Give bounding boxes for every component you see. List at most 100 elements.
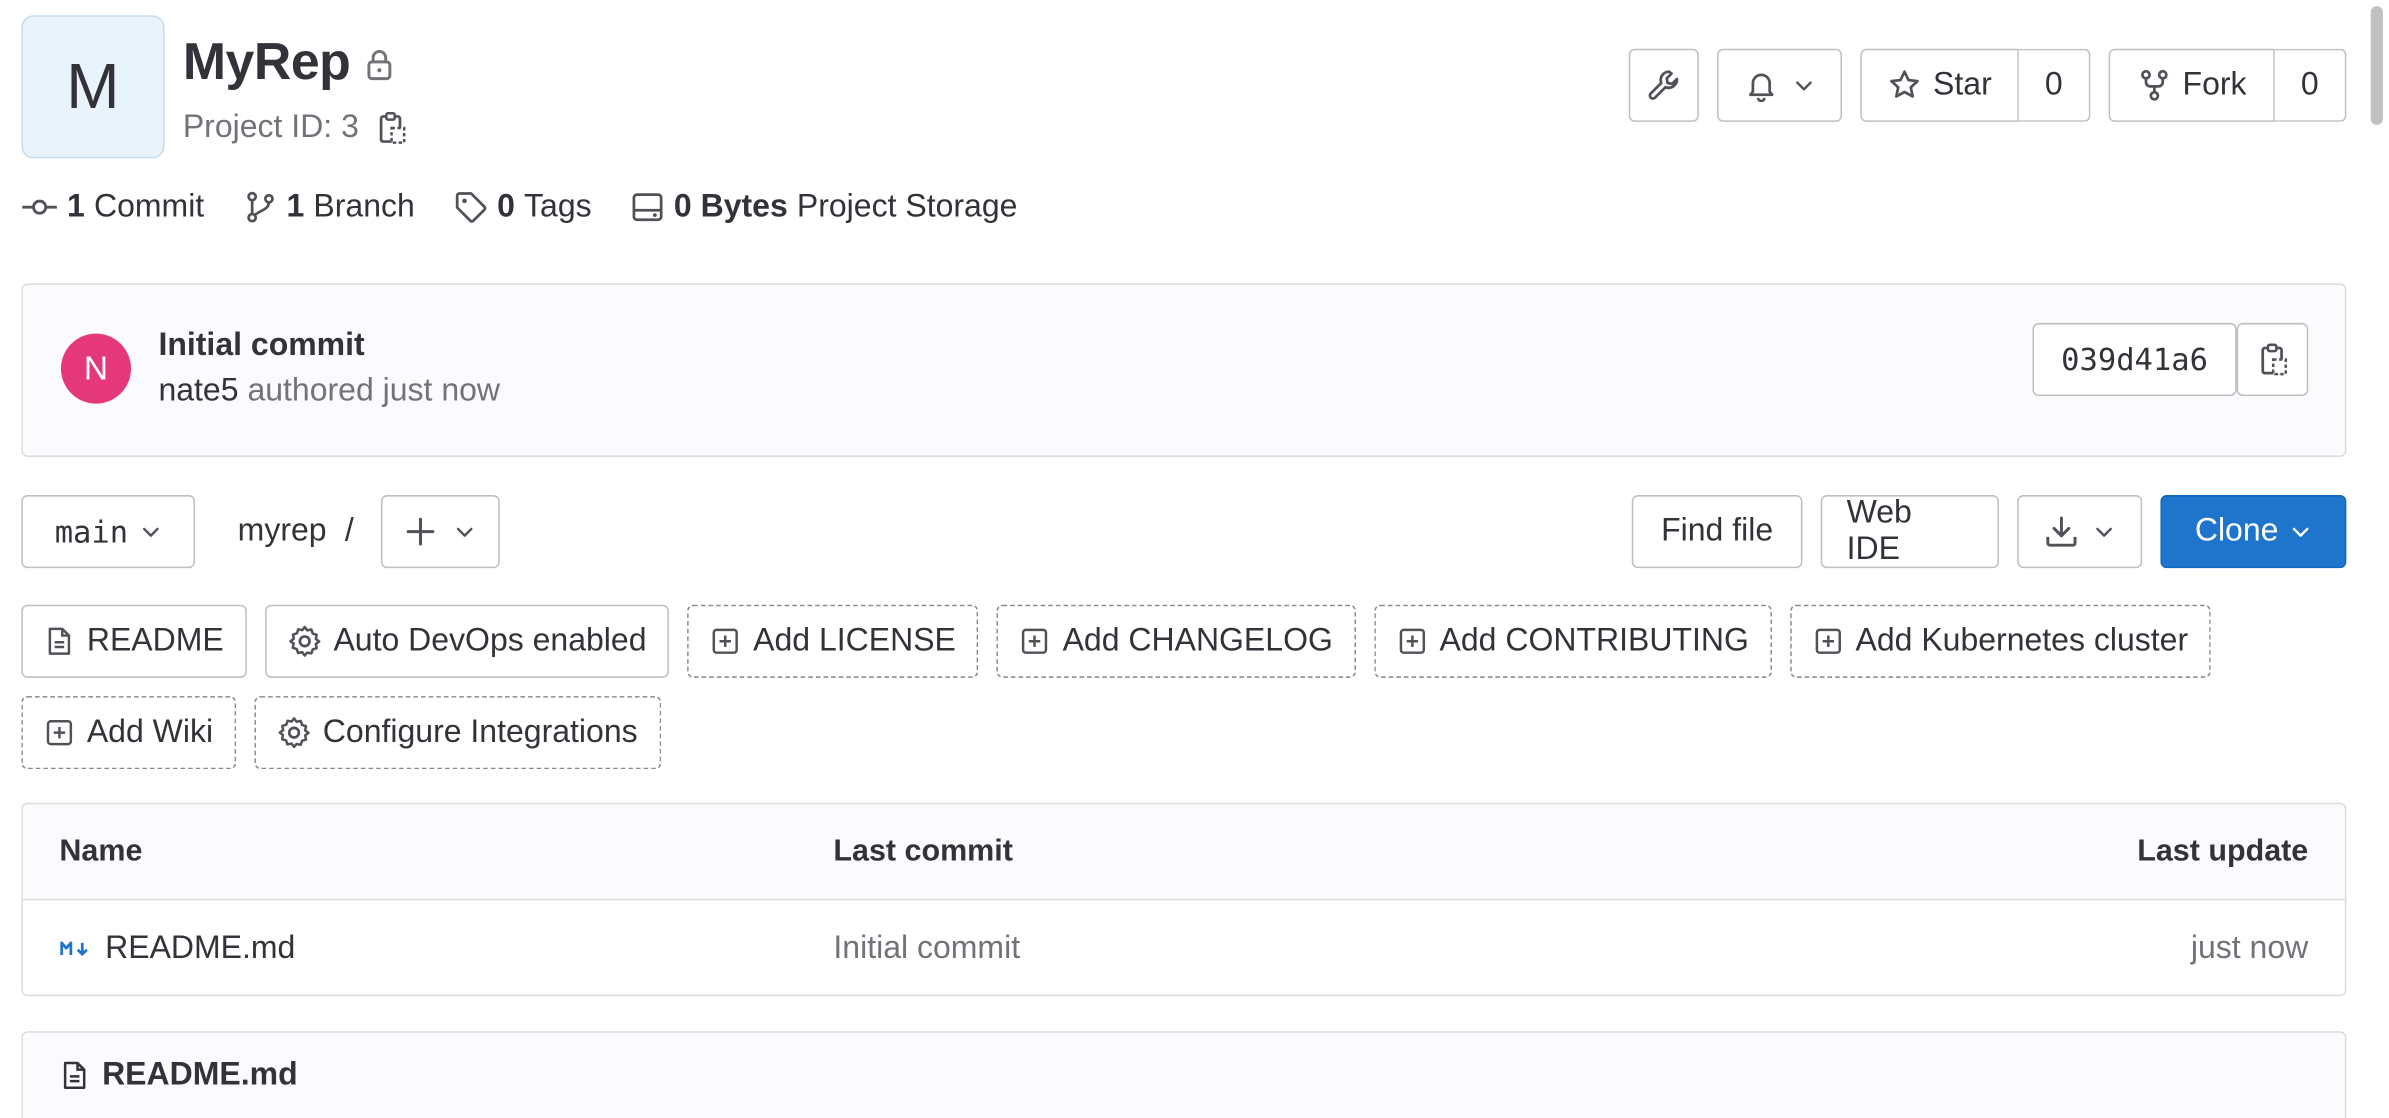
breadcrumb-separator: / [344, 513, 354, 549]
fork-label: Fork [2182, 67, 2247, 103]
last-commit-panel: N Initial commit nate5 authored just now… [21, 283, 2347, 457]
add-license-button[interactable]: Add LICENSE [687, 604, 979, 678]
plus-square-icon [1020, 626, 1050, 656]
add-changelog-button[interactable]: Add CHANGELOG [997, 604, 1356, 678]
bell-icon [1745, 69, 1779, 103]
add-wiki-label: Add Wiki [86, 714, 214, 750]
copy-icon[interactable] [374, 110, 408, 147]
plus-square-icon [44, 717, 74, 747]
branch-name: main [54, 513, 129, 550]
commit-title[interactable]: Initial commit [158, 327, 364, 364]
table-row[interactable]: README.md Initial commit just now [23, 900, 2345, 994]
branches-stat[interactable]: 1 Branch [244, 189, 415, 226]
scrollbar-thumb[interactable] [2370, 6, 2383, 125]
notifications-dropdown[interactable] [1717, 48, 1843, 122]
settings-button[interactable] [1628, 48, 1699, 122]
fork-icon [2137, 69, 2171, 103]
project-buttons: README Auto DevOps enabled Add LICENSE A… [21, 604, 2276, 770]
add-changelog-label: Add CHANGELOG [1062, 622, 1333, 659]
plus-square-icon [1813, 626, 1843, 656]
project-avatar[interactable]: M [21, 15, 165, 159]
commit-author[interactable]: nate5 [158, 373, 238, 408]
project-name[interactable]: MyRep [183, 34, 351, 93]
auto-devops-button[interactable]: Auto DevOps enabled [264, 604, 670, 678]
find-file-button[interactable]: Find file [1631, 495, 1803, 569]
file-name-cell: README.md [59, 931, 295, 968]
chevron-down-icon [454, 521, 475, 542]
document-icon [59, 1059, 89, 1093]
copy-sha-button[interactable] [2236, 322, 2309, 397]
breadcrumb: myrep / [213, 513, 363, 550]
tag-icon [454, 190, 488, 224]
add-contributing-button[interactable]: Add CONTRIBUTING [1374, 604, 1772, 678]
add-kubernetes-button[interactable]: Add Kubernetes cluster [1789, 604, 2211, 678]
commits-label: Commit [93, 188, 205, 224]
storage-label: Project Storage [796, 188, 1018, 224]
gear-icon [288, 625, 322, 659]
page-scrollbar[interactable] [2367, 0, 2389, 1118]
breadcrumb-repo-link[interactable]: myrep [238, 513, 327, 550]
fork-button[interactable]: Fork [2108, 48, 2275, 122]
chevron-down-icon [1793, 75, 1814, 96]
commit-author-avatar[interactable]: N [60, 333, 132, 404]
project-id-label: Project ID: 3 [182, 109, 359, 145]
column-header-last-update: Last update [2137, 834, 2309, 869]
plus-icon [406, 516, 436, 546]
tags-stat[interactable]: 0 Tags [454, 188, 592, 226]
configure-integrations-label: Configure Integrations [322, 714, 638, 750]
column-header-last-commit: Last commit [833, 834, 1013, 869]
branches-label: Branch [313, 188, 415, 224]
auto-devops-label: Auto DevOps enabled [333, 622, 647, 659]
branch-selector[interactable]: main [21, 495, 196, 569]
commits-stat[interactable]: 1 Commit [21, 189, 204, 226]
lock-icon [363, 46, 397, 80]
download-dropdown[interactable] [2017, 495, 2143, 569]
star-count[interactable]: 0 [2018, 48, 2091, 122]
star-group: Star 0 [1860, 48, 2091, 122]
web-ide-button[interactable]: Web IDE [1820, 495, 1999, 569]
last-commit-cell[interactable]: Initial commit [833, 931, 1020, 968]
project-title-row: MyRep [183, 34, 396, 93]
add-to-tree-dropdown[interactable] [381, 495, 501, 569]
plus-square-icon [710, 626, 740, 656]
storage-value: 0 Bytes [673, 188, 788, 224]
clone-dropdown[interactable]: Clone [2160, 495, 2347, 569]
project-header: M MyRep Project ID: 3 Star 0 Fork 0 [21, 15, 2347, 159]
readme-panel: README.md [21, 1031, 2347, 1118]
copy-icon [2256, 341, 2290, 378]
header-actions: Star 0 Fork 0 [1628, 48, 2347, 122]
readme-filename[interactable]: README.md [102, 1057, 298, 1094]
markdown-icon [59, 938, 93, 959]
configure-integrations-button[interactable]: Configure Integrations [254, 696, 661, 770]
commit-time: authored just now [247, 373, 501, 409]
repo-nav-left: main myrep / [21, 495, 501, 569]
commit-icon [21, 190, 58, 224]
document-icon [44, 625, 74, 659]
commits-count: 1 [67, 188, 85, 224]
readme-button[interactable]: README [21, 604, 247, 678]
commit-meta: nate5 authored just now [158, 373, 500, 410]
chevron-down-icon [140, 521, 161, 542]
commit-sha-button[interactable]: 039d41a6 [2032, 322, 2237, 397]
fork-count[interactable]: 0 [2274, 48, 2347, 122]
tags-label: Tags [524, 188, 592, 224]
add-license-label: Add LICENSE [753, 622, 956, 659]
clone-label: Clone [2194, 513, 2279, 549]
star-label: Star [1933, 67, 1992, 103]
readme-panel-title: README.md [59, 1057, 298, 1094]
file-tree-table: Name Last commit Last update README.md I… [21, 802, 2347, 997]
fork-group: Fork 0 [2108, 48, 2347, 122]
storage-stat[interactable]: 0 Bytes Project Storage [631, 189, 1017, 226]
star-icon [1887, 69, 1921, 103]
add-wiki-button[interactable]: Add Wiki [21, 696, 236, 770]
chevron-down-icon [2093, 521, 2114, 542]
star-button[interactable]: Star [1860, 48, 2019, 122]
table-header: Name Last commit Last update [22, 804, 2345, 901]
file-link[interactable]: README.md [105, 931, 295, 968]
chevron-down-icon [2291, 521, 2312, 542]
wrench-icon [1647, 69, 1681, 103]
gear-icon [277, 716, 311, 750]
branch-icon [244, 190, 278, 224]
commit-sha-group: 039d41a6 [2032, 322, 2309, 397]
add-kubernetes-label: Add Kubernetes cluster [1855, 622, 2189, 659]
